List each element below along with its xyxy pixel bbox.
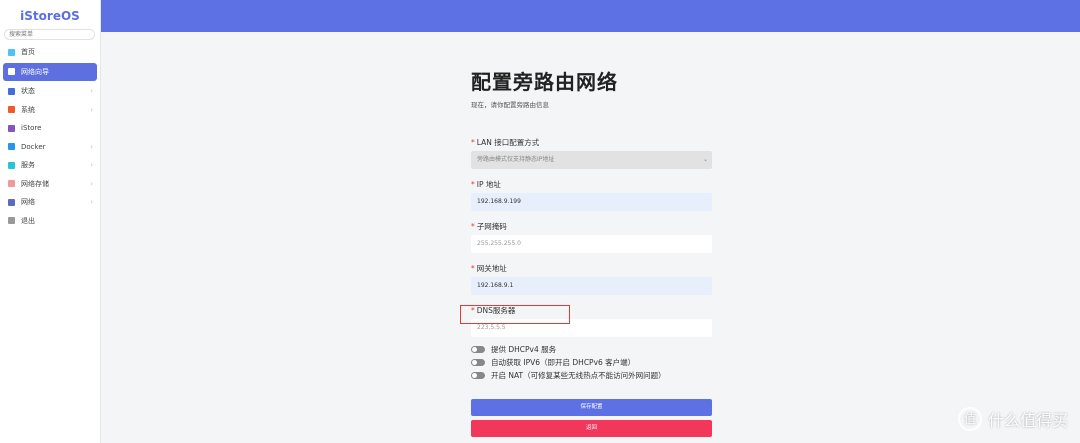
toggle-label: 提供 DHCPv4 服务 xyxy=(491,345,557,354)
sidebar-item[interactable]: 网络 › xyxy=(3,193,97,212)
sidebar-item[interactable]: 系统 › xyxy=(3,101,97,120)
sidebar-item[interactable]: iStore xyxy=(3,119,97,138)
logo: iStoreOS xyxy=(20,9,80,23)
sidebar-item-label: 网络 xyxy=(21,198,35,207)
toggle-label: 自动获取 IPV6（即开启 DHCPv6 客户端） xyxy=(491,358,636,367)
watermark-text: 什么值得买 xyxy=(987,411,1068,430)
sidebar-item-label: 系统 xyxy=(21,105,35,114)
sidebar-item-label: iStore xyxy=(21,124,42,133)
menu-icon xyxy=(8,143,15,151)
menu-icon xyxy=(8,217,15,225)
toggle-switch[interactable] xyxy=(471,372,485,379)
required-mark: * xyxy=(471,264,475,273)
sidebar-item[interactable]: 退出 xyxy=(3,212,97,231)
sidebar-item-label: 网络存储 xyxy=(21,179,49,188)
sidebar-item-label: 网络向导 xyxy=(21,67,49,76)
sidebar: iStoreOS 搜索菜单 首页 网络向导 状态 › 系统 › iStore Docker › 服… xyxy=(0,0,101,443)
required-mark: * xyxy=(471,138,475,147)
mask-label: 子网掩码 xyxy=(476,222,507,231)
highlight-box xyxy=(460,305,570,324)
required-mark: * xyxy=(471,222,475,231)
top-bar xyxy=(101,0,1080,32)
watermark-logo-icon: 值 xyxy=(957,407,982,431)
sidebar-item-label: 首页 xyxy=(21,48,35,57)
chevron-down-icon: ⌄ xyxy=(702,156,708,163)
chevron-right-icon: › xyxy=(90,179,93,188)
toggle-switch[interactable] xyxy=(471,359,485,366)
sidebar-item[interactable]: 首页 xyxy=(3,43,97,62)
menu-icon xyxy=(8,124,15,132)
dhcpv4-toggle[interactable]: 提供 DHCPv4 服务 xyxy=(471,343,712,356)
sidebar-item-label: 服务 xyxy=(21,161,35,170)
ip-input[interactable]: 192.168.9.199 xyxy=(471,193,712,211)
required-mark: * xyxy=(471,180,475,189)
sidebar-item[interactable]: Docker › xyxy=(3,138,97,157)
gateway-input[interactable]: 192.168.9.1 xyxy=(471,277,712,295)
sidebar-item-label: 状态 xyxy=(21,87,35,96)
chevron-right-icon: › xyxy=(90,198,93,207)
mask-input[interactable]: 255.255.255.0 xyxy=(471,235,712,253)
wizard-form: 配置旁路由网络 现在，请你配置旁路由信息 * LAN 接口配置方式 旁路由模式仅支… xyxy=(471,66,712,437)
page-title: 配置旁路由网络 xyxy=(471,70,618,94)
lan-mode-select[interactable]: 旁路由模式仅支持静态IP地址 ⌄ xyxy=(471,151,712,169)
menu-icon xyxy=(8,48,15,56)
save-button[interactable]: 保存配置 xyxy=(471,399,712,416)
chevron-right-icon: › xyxy=(90,142,93,151)
gateway-label: 网关地址 xyxy=(476,264,507,273)
watermark: 值什么值得买 xyxy=(957,407,1068,431)
menu-icon xyxy=(8,161,15,169)
sidebar-item[interactable]: 网络存储 › xyxy=(3,175,97,194)
toggle-label: 开启 NAT（可修复某些无线热点不能访问外网问题） xyxy=(491,371,666,380)
nat-toggle[interactable]: 开启 NAT（可修复某些无线热点不能访问外网问题） xyxy=(471,369,712,382)
search-input[interactable]: 搜索菜单 xyxy=(4,29,95,40)
menu-icon xyxy=(8,87,15,95)
menu-icon xyxy=(8,198,15,206)
page-subtitle: 现在，请你配置旁路由信息 xyxy=(471,101,549,109)
back-button[interactable]: 返回 xyxy=(471,420,712,437)
chevron-right-icon: › xyxy=(90,105,93,114)
sidebar-item[interactable]: 状态 › xyxy=(3,82,97,101)
toggle-switch[interactable] xyxy=(471,346,485,353)
sidebar-item[interactable]: 服务 › xyxy=(3,156,97,175)
lan-mode-value: 旁路由模式仅支持静态IP地址 xyxy=(477,156,555,163)
ip-label: IP 地址 xyxy=(476,180,501,189)
ipv6-toggle[interactable]: 自动获取 IPV6（即开启 DHCPv6 客户端） xyxy=(471,356,712,369)
sidebar-item-label: Docker xyxy=(21,142,46,151)
sidebar-item-label: 退出 xyxy=(21,216,35,225)
menu-icon xyxy=(8,68,15,76)
menu-icon xyxy=(8,106,15,114)
sidebar-item[interactable]: 网络向导 xyxy=(3,62,97,81)
chevron-right-icon: › xyxy=(90,161,93,170)
lan-mode-label: LAN 接口配置方式 xyxy=(476,138,540,147)
menu-icon xyxy=(8,180,15,188)
chevron-right-icon: › xyxy=(90,87,93,96)
